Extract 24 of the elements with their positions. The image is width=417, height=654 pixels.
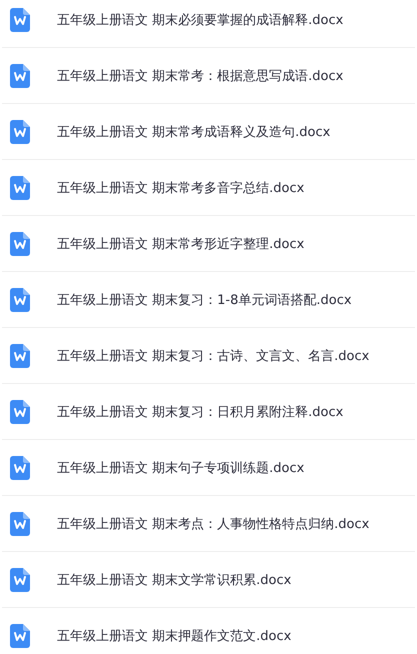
word-document-icon [10,120,30,144]
word-document-icon [10,176,30,200]
file-name[interactable]: 五年级上册语文 期末常考：根据意思写成语.docx [57,66,344,84]
file-name[interactable]: 五年级上册语文 期末复习：1-8单元词语搭配.docx [57,290,352,308]
file-name[interactable]: 五年级上册语文 期末必须要掌握的成语解释.docx [57,10,344,28]
word-document-icon [10,232,30,256]
word-document-icon [10,512,30,536]
file-name[interactable]: 五年级上册语文 期末常考多音字总结.docx [57,178,304,196]
word-document-icon [10,624,30,648]
word-document-icon [10,64,30,88]
file-name[interactable]: 五年级上册语文 期末常考形近字整理.docx [57,234,304,252]
word-document-icon [10,344,30,368]
file-name[interactable]: 五年级上册语文 期末押题作文范文.docx [57,626,292,644]
word-document-icon [10,568,30,592]
word-document-icon [10,288,30,312]
file-name[interactable]: 五年级上册语文 期末常考成语释义及造句.docx [57,122,330,140]
word-document-icon [10,400,30,424]
file-name[interactable]: 五年级上册语文 期末文学常识积累.docx [57,570,292,588]
file-name[interactable]: 五年级上册语文 期末复习：日积月累附注释.docx [57,402,344,420]
word-document-icon [10,456,30,480]
word-document-icon [10,8,30,32]
file-name[interactable]: 五年级上册语文 期末句子专项训练题.docx [57,458,304,476]
file-name[interactable]: 五年级上册语文 期末复习：古诗、文言文、名言.docx [57,346,370,364]
file-name[interactable]: 五年级上册语文 期末考点：人事物性格特点归纳.docx [57,514,370,532]
